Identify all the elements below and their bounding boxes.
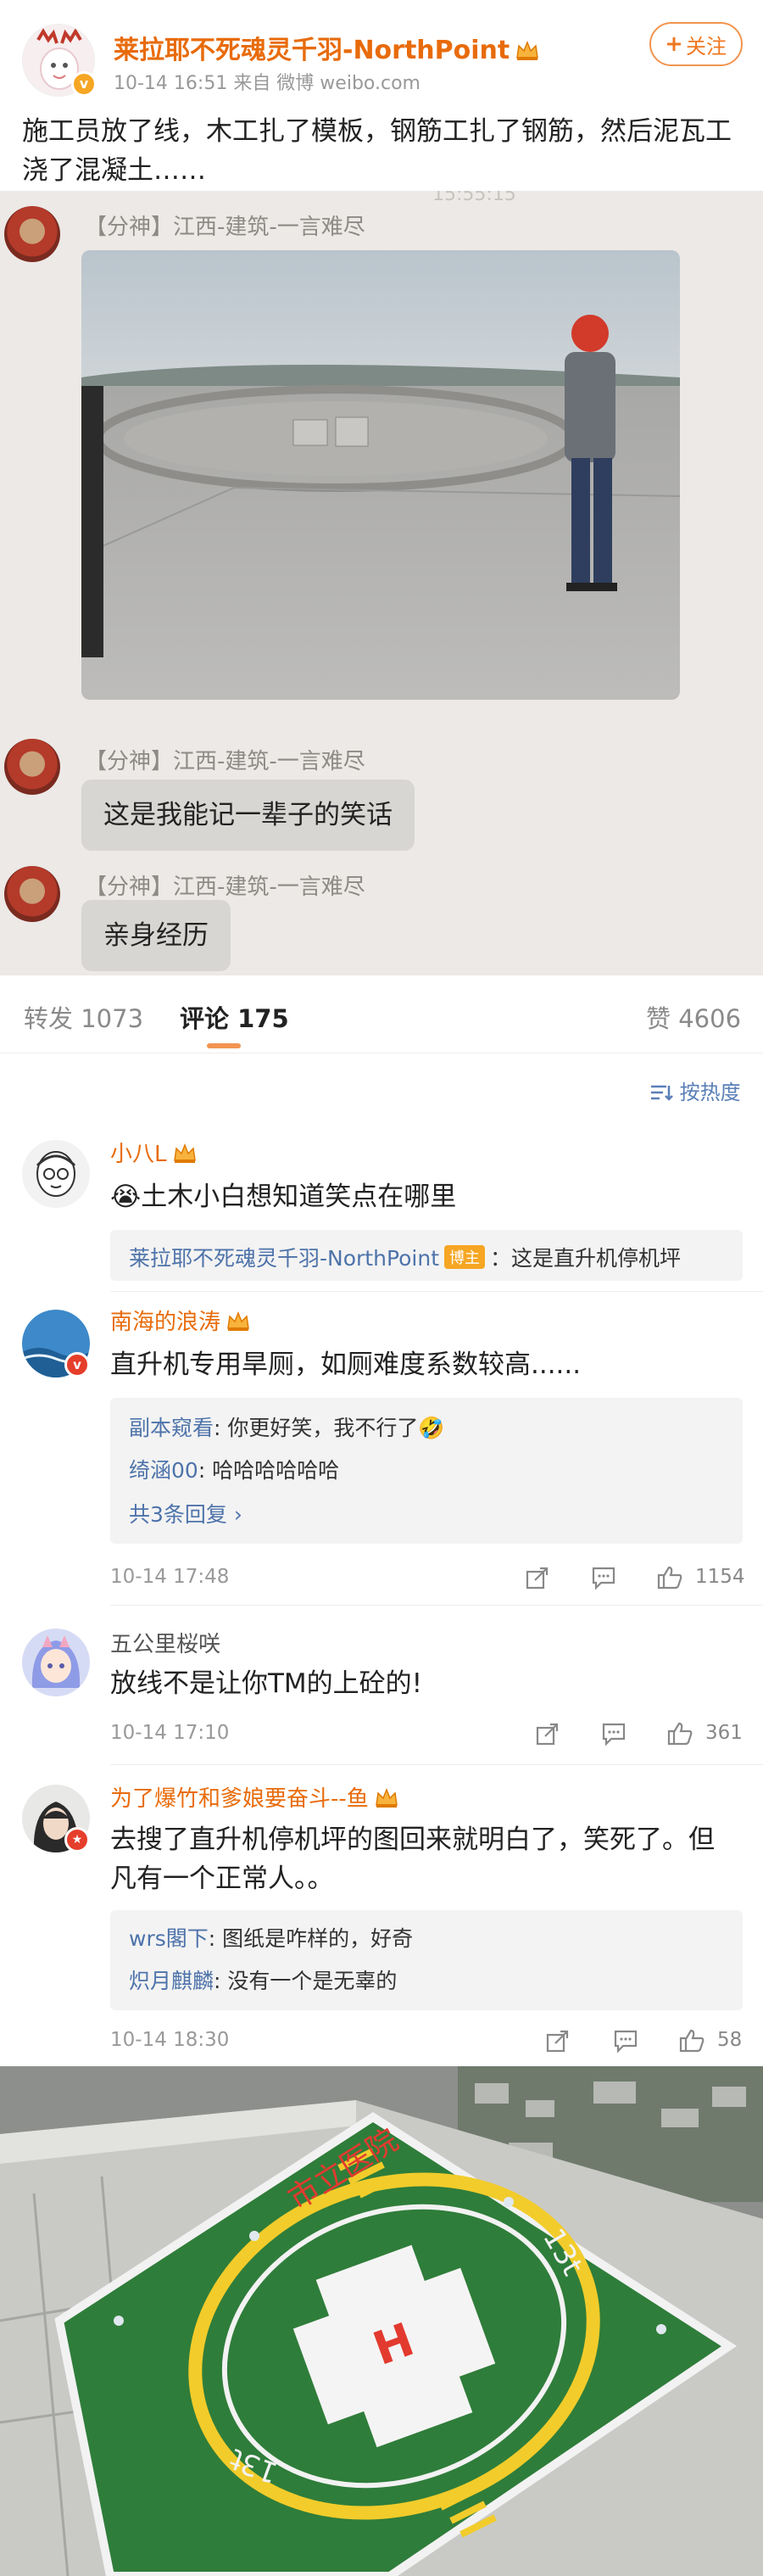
commenter-avatar[interactable] [22, 1140, 90, 1208]
commenter-avatar[interactable] [22, 1629, 90, 1696]
comment-time: 10-14 17:48 [110, 1566, 230, 1588]
reply-box[interactable]: 莱拉耶不死魂灵千羽-NorthPoint 博主 ：这是直升机停机坪 [110, 1230, 743, 1281]
reply-line: 副本窥看: 你更好笑，我不行了🤣 [129, 1411, 445, 1442]
crown-icon [173, 1143, 196, 1163]
like-count: 361 [705, 1722, 743, 1744]
like-icon[interactable] [663, 1717, 697, 1751]
divider [110, 1605, 763, 1606]
post-author-name[interactable]: 莱拉耶不死魂灵千羽-NorthPoint [114, 29, 540, 66]
chat-sender: 【分神】江西-建筑-一言难尽 [85, 749, 365, 774]
chat-avatar [4, 739, 60, 795]
comment-time: 10-14 18:30 [110, 2029, 230, 2051]
more-replies-link[interactable]: 共3条回复 › [129, 1498, 242, 1528]
crown-icon [375, 1787, 398, 1808]
comment-text: 直升机专用旱厕，如厕难度系数较高...... [110, 1349, 582, 1380]
helipad-photo: H 市立医院 13t 13t [0, 2066, 763, 2576]
chat-avatar [4, 866, 60, 922]
crown-icon [516, 40, 539, 60]
comment-time: 10-14 17:10 [110, 1722, 230, 1744]
reply-text: : 哈哈哈哈哈哈 [198, 1458, 340, 1483]
comment-text: 放线不是让你TM的上砼的! [110, 1668, 423, 1699]
reply-box[interactable]: 副本窥看: 你更好笑，我不行了🤣 绮涵00: 哈哈哈哈哈哈 共3条回复 › [110, 1398, 743, 1544]
reply-user[interactable]: 绮涵00 [129, 1458, 198, 1483]
reply-line: wrs閣下: 图纸是咋样的，好奇 [129, 1922, 413, 1953]
member-badge-icon: ★ [64, 1827, 90, 1852]
post-meta: 10-14 16:51 来自 微博 weibo.com [114, 73, 420, 94]
commenter-name[interactable]: 为了爆竹和爹娘要奋斗--鱼 [110, 1781, 399, 1813]
like-icon[interactable] [675, 2024, 709, 2058]
tab-likes[interactable]: 赞 4606 [646, 999, 741, 1035]
plus-icon [667, 37, 681, 51]
reply-text: : 没有一个是无辜的 [214, 1969, 398, 1993]
chat-sender: 【分神】江西-建筑-一言难尽 [85, 215, 365, 240]
reply-line: 炽月麒麟: 没有一个是无辜的 [129, 1964, 397, 1995]
chat-sender: 【分神】江西-建筑-一言难尽 [85, 874, 365, 900]
follow-button[interactable]: 关注 [649, 22, 743, 66]
post-header: v 莱拉耶不死魂灵千羽-NorthPoint 10-14 16:51 来自 微博… [0, 0, 763, 102]
share-icon[interactable] [521, 1561, 554, 1595]
reply-user[interactable]: 炽月麒麟 [129, 1969, 214, 1993]
reply-user[interactable]: wrs閣下 [129, 1926, 209, 1951]
reply-text: ：这是直升机停机坪 [490, 1246, 682, 1271]
chat-avatar [4, 206, 60, 262]
share-icon[interactable] [541, 2024, 575, 2058]
chat-screenshot: 15:55:15 【分神】江西-建筑-一言难尽 【分神】江西-建筑-一言难尽 这… [0, 191, 763, 975]
comment-footer: 10-14 17:10 361 [110, 1715, 743, 1752]
reply-line: 莱拉耶不死魂灵千羽-NorthPoint 博主 ：这是直升机停机坪 [129, 1242, 681, 1272]
host-tag: 博主 [444, 1245, 486, 1269]
reply-box[interactable]: wrs閣下: 图纸是咋样的，好奇 炽月麒麟: 没有一个是无辜的 [110, 1910, 743, 2010]
tab-bar: 转发 1073 评论 175 赞 4606 [0, 975, 763, 1053]
chat-time: 15:55:15 [432, 191, 516, 205]
verified-red-badge-icon: v [64, 1352, 90, 1377]
reply-text: : 你更好笑，我不行了🤣 [214, 1416, 445, 1440]
divider [110, 1291, 763, 1292]
share-icon[interactable] [531, 1717, 565, 1751]
comment-text: 😭土木小白想知道笑点在哪里 [110, 1182, 457, 1212]
tab-active-indicator [207, 1043, 241, 1048]
commenter-name[interactable]: 南海的浪涛 [110, 1305, 251, 1336]
reply-user[interactable]: 副本窥看 [129, 1416, 214, 1440]
comment-text: 去搜了直升机停机坪的图回来就明白了，笑死了。但凡有一个正常人。。 [110, 1824, 715, 1894]
tab-reposts[interactable]: 转发 1073 [24, 999, 143, 1035]
divider [110, 1764, 763, 1765]
chat-bubble: 这是我能记一辈子的笑话 [81, 780, 415, 851]
comment-footer: 10-14 18:30 58 [110, 2022, 743, 2059]
sort-by-hot-button[interactable]: 按热度 [649, 1076, 741, 1105]
sort-icon [651, 1085, 673, 1101]
chat-photo-rooftop [81, 250, 680, 700]
reply-user[interactable]: 莱拉耶不死魂灵千羽-NorthPoint [129, 1246, 439, 1271]
reply-icon[interactable] [587, 1561, 621, 1595]
comment-footer: 10-14 17:48 1154 [110, 1559, 745, 1596]
reply-text: : 图纸是咋样的，好奇 [208, 1926, 414, 1951]
reply-line: 绮涵00: 哈哈哈哈哈哈 [129, 1454, 339, 1484]
crown-icon [227, 1310, 249, 1331]
post-text: 施工员放了线，木工扎了模板，钢筋工扎了钢筋，然后泥瓦工浇了混凝土…… [22, 116, 732, 186]
like-count: 1154 [695, 1566, 745, 1588]
reply-icon[interactable] [597, 1717, 631, 1751]
commenter-name[interactable]: 小八L [110, 1137, 198, 1168]
reply-icon[interactable] [609, 2024, 643, 2058]
tab-comments[interactable]: 评论 175 [180, 999, 289, 1035]
like-icon[interactable] [653, 1561, 687, 1595]
commenter-name[interactable]: 五公里桜咲 [110, 1627, 220, 1658]
chat-bubble: 亲身经历 [81, 900, 231, 971]
verified-badge-icon: v [71, 71, 97, 97]
like-count: 58 [717, 2029, 743, 2051]
